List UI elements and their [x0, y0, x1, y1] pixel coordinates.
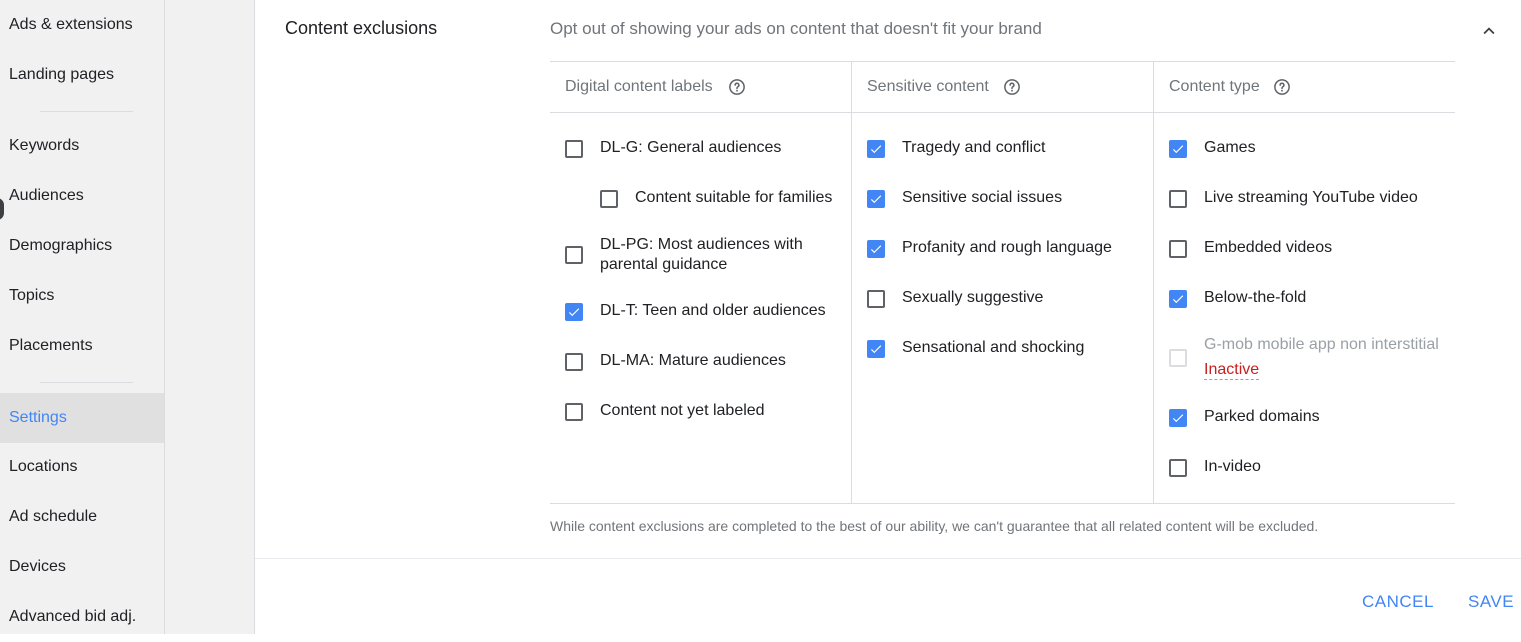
checkbox-disabled [1169, 349, 1187, 367]
column-header: Content type [1154, 62, 1455, 113]
help-circle-icon[interactable] [1273, 78, 1291, 96]
option-label: Games [1204, 139, 1256, 156]
nav-item-placements[interactable]: Placements [0, 321, 164, 371]
option-label: Parked domains [1204, 408, 1320, 425]
option-label: In-video [1204, 458, 1261, 475]
nav-item-devices[interactable]: Devices [0, 542, 164, 592]
checkbox[interactable] [565, 246, 583, 264]
option-label: Sensitive social issues [902, 189, 1063, 206]
nav-item-keywords[interactable]: Keywords [0, 121, 164, 171]
checkbox-checked[interactable] [867, 340, 885, 358]
nav-item-landing-pages[interactable]: Landing pages [0, 50, 164, 100]
option-label: DL-MA: Mature audiences [600, 352, 786, 369]
column-sensitive-content: Sensitive content Tragedy and conflict S… [851, 62, 1153, 503]
column-header-label: Content type [1169, 78, 1260, 95]
content-exclusions-grid: Digital content labels DL-G: General aud… [550, 61, 1455, 504]
option-label-continued: parental guidance [600, 256, 728, 273]
checkbox[interactable] [1169, 459, 1187, 477]
footer-divider [255, 558, 1521, 559]
check-icon [1172, 145, 1184, 154]
checkbox-checked[interactable] [565, 303, 583, 321]
option-label: Sexually suggestive [902, 289, 1044, 306]
checkbox[interactable] [565, 353, 583, 371]
check-icon [870, 345, 882, 354]
option-label: Content suitable for families [635, 189, 833, 206]
checkbox[interactable] [1169, 190, 1187, 208]
checkbox[interactable] [600, 190, 618, 208]
checkbox[interactable] [565, 403, 583, 421]
check-icon [870, 245, 882, 254]
left-nav: Ads & extensions Landing pages Keywords … [0, 0, 165, 634]
option-label: DL-T: Teen and older audiences [600, 302, 826, 319]
inactive-status-label[interactable]: Inactive [1204, 360, 1260, 380]
column-header: Sensitive content [852, 62, 1153, 113]
option-label: Embedded videos [1204, 239, 1333, 256]
checkbox[interactable] [1169, 240, 1187, 258]
column-content-type: Content type Games Live streaming YouTub… [1153, 62, 1455, 503]
column-header-label: Digital content labels [565, 78, 713, 95]
nav-item-ad-schedule[interactable]: Ad schedule [0, 492, 164, 542]
chevron-up-icon[interactable] [1478, 20, 1500, 42]
column-digital-content-labels: Digital content labels DL-G: General aud… [550, 62, 852, 503]
help-circle-icon[interactable] [728, 78, 746, 96]
nav-item-demographics[interactable]: Demographics [0, 221, 164, 271]
checkbox[interactable] [867, 290, 885, 308]
option-label: Below-the-fold [1204, 289, 1307, 306]
column-header-label: Sensitive content [867, 78, 989, 95]
help-circle-icon[interactable] [1003, 78, 1021, 96]
check-icon [568, 308, 580, 317]
section-description: Opt out of showing your ads on content t… [550, 19, 1042, 38]
option-label: DL-PG: Most audiences with [600, 236, 803, 253]
checkbox[interactable] [565, 140, 583, 158]
nav-item-locations[interactable]: Locations [0, 442, 164, 492]
checkbox-checked[interactable] [1169, 409, 1187, 427]
checkbox-checked[interactable] [1169, 290, 1187, 308]
option-label: Live streaming YouTube video [1204, 189, 1418, 206]
column-header: Digital content labels [550, 62, 852, 113]
disclaimer-text: While content exclusions are completed t… [550, 518, 1319, 534]
checkbox-checked[interactable] [867, 240, 885, 258]
nav-divider [40, 382, 133, 383]
cancel-button[interactable]: CANCEL [1362, 592, 1434, 612]
check-icon [1172, 295, 1184, 304]
checkbox-checked[interactable] [867, 140, 885, 158]
checkbox-checked[interactable] [1169, 140, 1187, 158]
nav-item-settings[interactable]: Settings [0, 393, 164, 443]
nav-divider [40, 111, 133, 112]
option-label: Content not yet labeled [600, 402, 765, 419]
option-label: G-mob mobile app non interstitial [1204, 336, 1439, 353]
option-label: Profanity and rough language [902, 239, 1112, 256]
section-title: Content exclusions [285, 18, 438, 38]
check-icon [1172, 414, 1184, 423]
checkbox-checked[interactable] [867, 190, 885, 208]
option-label: Tragedy and conflict [902, 139, 1046, 156]
option-label: DL-G: General audiences [600, 139, 782, 156]
save-button[interactable]: SAVE [1468, 592, 1514, 612]
nav-item-audiences[interactable]: Audiences [0, 171, 164, 221]
check-icon [870, 195, 882, 204]
option-label: Sensational and shocking [902, 339, 1085, 356]
check-icon [870, 145, 882, 154]
content-gutter [165, 0, 255, 634]
nav-item-ads-extensions[interactable]: Ads & extensions [0, 0, 164, 50]
nav-item-advanced-bid-adj[interactable]: Advanced bid adj. [0, 592, 164, 642]
nav-item-topics[interactable]: Topics [0, 271, 164, 321]
